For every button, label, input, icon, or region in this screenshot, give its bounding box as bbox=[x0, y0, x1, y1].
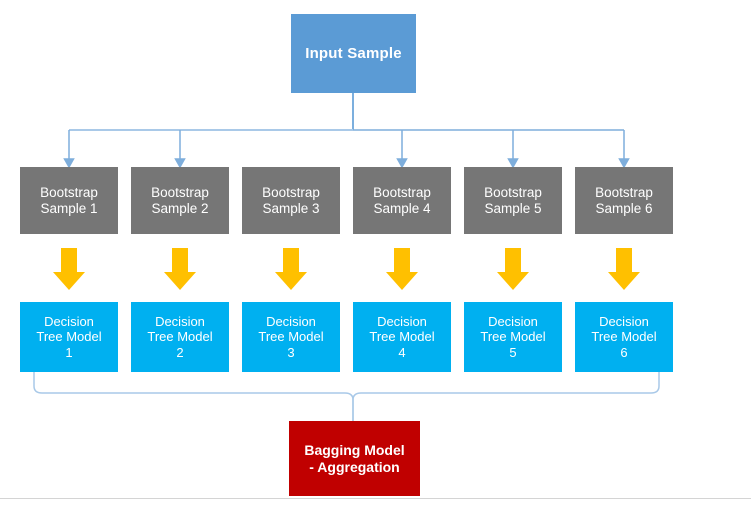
decision-tree-label-3: Decision Tree Model 3 bbox=[258, 314, 324, 360]
decision-tree-node-4[interactable]: Decision Tree Model 4 bbox=[353, 302, 451, 372]
bootstrap-sample-node-2[interactable]: Bootstrap Sample 2 bbox=[131, 167, 229, 234]
bottom-divider-rule bbox=[0, 498, 751, 499]
bagging-aggregation-node[interactable]: Bagging Model - Aggregation bbox=[289, 421, 420, 496]
decision-tree-label-5: Decision Tree Model 5 bbox=[480, 314, 546, 360]
bootstrap-sample-node-3[interactable]: Bootstrap Sample 3 bbox=[242, 167, 340, 234]
bagging-diagram-canvas: Input Sample Bootstrap Sample 1 Bootstra… bbox=[0, 0, 751, 506]
decision-tree-node-5[interactable]: Decision Tree Model 5 bbox=[464, 302, 562, 372]
bootstrap-sample-node-6[interactable]: Bootstrap Sample 6 bbox=[575, 167, 673, 234]
block-arrow-3 bbox=[275, 248, 307, 290]
bootstrap-sample-node-4[interactable]: Bootstrap Sample 4 bbox=[353, 167, 451, 234]
bootstrap-sample-label-1: Bootstrap Sample 1 bbox=[40, 184, 98, 216]
decision-tree-node-6[interactable]: Decision Tree Model 6 bbox=[575, 302, 673, 372]
decision-tree-node-1[interactable]: Decision Tree Model 1 bbox=[20, 302, 118, 372]
bootstrap-sample-label-4: Bootstrap Sample 4 bbox=[373, 184, 431, 216]
bootstrap-sample-label-6: Bootstrap Sample 6 bbox=[595, 184, 653, 216]
bagging-aggregation-label: Bagging Model - Aggregation bbox=[304, 441, 405, 475]
block-arrow-1 bbox=[53, 248, 85, 290]
input-sample-label: Input Sample bbox=[305, 44, 402, 62]
decision-tree-node-2[interactable]: Decision Tree Model 2 bbox=[131, 302, 229, 372]
aggregation-bracket-left bbox=[33, 372, 354, 421]
decision-tree-label-6: Decision Tree Model 6 bbox=[591, 314, 657, 360]
decision-tree-label-1: Decision Tree Model 1 bbox=[36, 314, 102, 360]
block-arrow-4 bbox=[386, 248, 418, 290]
decision-tree-node-3[interactable]: Decision Tree Model 3 bbox=[242, 302, 340, 372]
bootstrap-sample-node-5[interactable]: Bootstrap Sample 5 bbox=[464, 167, 562, 234]
decision-tree-label-4: Decision Tree Model 4 bbox=[369, 314, 435, 360]
bootstrap-sample-label-5: Bootstrap Sample 5 bbox=[484, 184, 542, 216]
bootstrap-sample-node-1[interactable]: Bootstrap Sample 1 bbox=[20, 167, 118, 234]
bootstrap-sample-label-3: Bootstrap Sample 3 bbox=[262, 184, 320, 216]
aggregation-bracket-right bbox=[352, 372, 660, 421]
block-arrow-2 bbox=[164, 248, 196, 290]
decision-tree-label-2: Decision Tree Model 2 bbox=[147, 314, 213, 360]
input-sample-node[interactable]: Input Sample bbox=[291, 14, 416, 93]
block-arrow-6 bbox=[608, 248, 640, 290]
bus-drop-arrows bbox=[63, 130, 630, 169]
bootstrap-sample-label-2: Bootstrap Sample 2 bbox=[151, 184, 209, 216]
block-arrow-5 bbox=[497, 248, 529, 290]
yellow-block-arrows bbox=[53, 248, 640, 290]
